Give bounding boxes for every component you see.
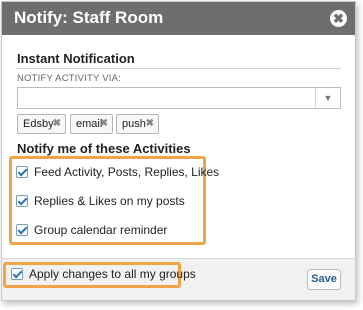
- notify-dialog: Notify: Staff Room ✖ Instant Notificatio…: [1, 1, 356, 301]
- remove-icon[interactable]: ✖: [53, 115, 61, 133]
- chip-label: email: [76, 118, 103, 130]
- checkmark-icon[interactable]: [11, 268, 23, 280]
- dialog-footer: Apply changes to all my groups Save: [2, 258, 355, 300]
- chip-label: Edsby: [23, 118, 54, 130]
- dialog-title: Notify: Staff Room: [14, 8, 164, 27]
- notify-via-select[interactable]: ▼: [17, 87, 341, 109]
- activity-label: Replies & Likes on my posts: [34, 194, 185, 208]
- checkmark-icon[interactable]: [16, 195, 28, 207]
- checkmark-icon[interactable]: [16, 166, 28, 178]
- activities-heading: Notify me of these Activities: [17, 141, 191, 156]
- remove-icon[interactable]: ✖: [100, 115, 108, 133]
- channel-chip-edsby: Edsby ✖: [17, 114, 66, 134]
- activity-label: Feed Activity, Posts, Replies, Likes: [34, 165, 220, 179]
- apply-all-groups-label: Apply changes to all my groups: [29, 267, 196, 281]
- chip-label: push: [122, 118, 146, 130]
- channel-chip-email: email ✖: [70, 114, 113, 134]
- remove-icon[interactable]: ✖: [146, 115, 154, 133]
- dialog-titlebar: Notify: Staff Room ✖: [2, 2, 355, 35]
- close-icon[interactable]: ✖: [330, 10, 347, 27]
- activity-label: Group calendar reminder: [34, 223, 168, 237]
- save-button[interactable]: Save: [307, 269, 341, 290]
- channel-chip-push: push ✖: [116, 114, 159, 134]
- chevron-down-icon[interactable]: ▼: [315, 88, 340, 108]
- instant-notification-heading: Instant Notification: [17, 51, 135, 66]
- notify-via-label: NOTIFY ACTIVITY VIA:: [17, 73, 121, 84]
- checkmark-icon[interactable]: [16, 224, 28, 236]
- section-divider: [17, 68, 341, 69]
